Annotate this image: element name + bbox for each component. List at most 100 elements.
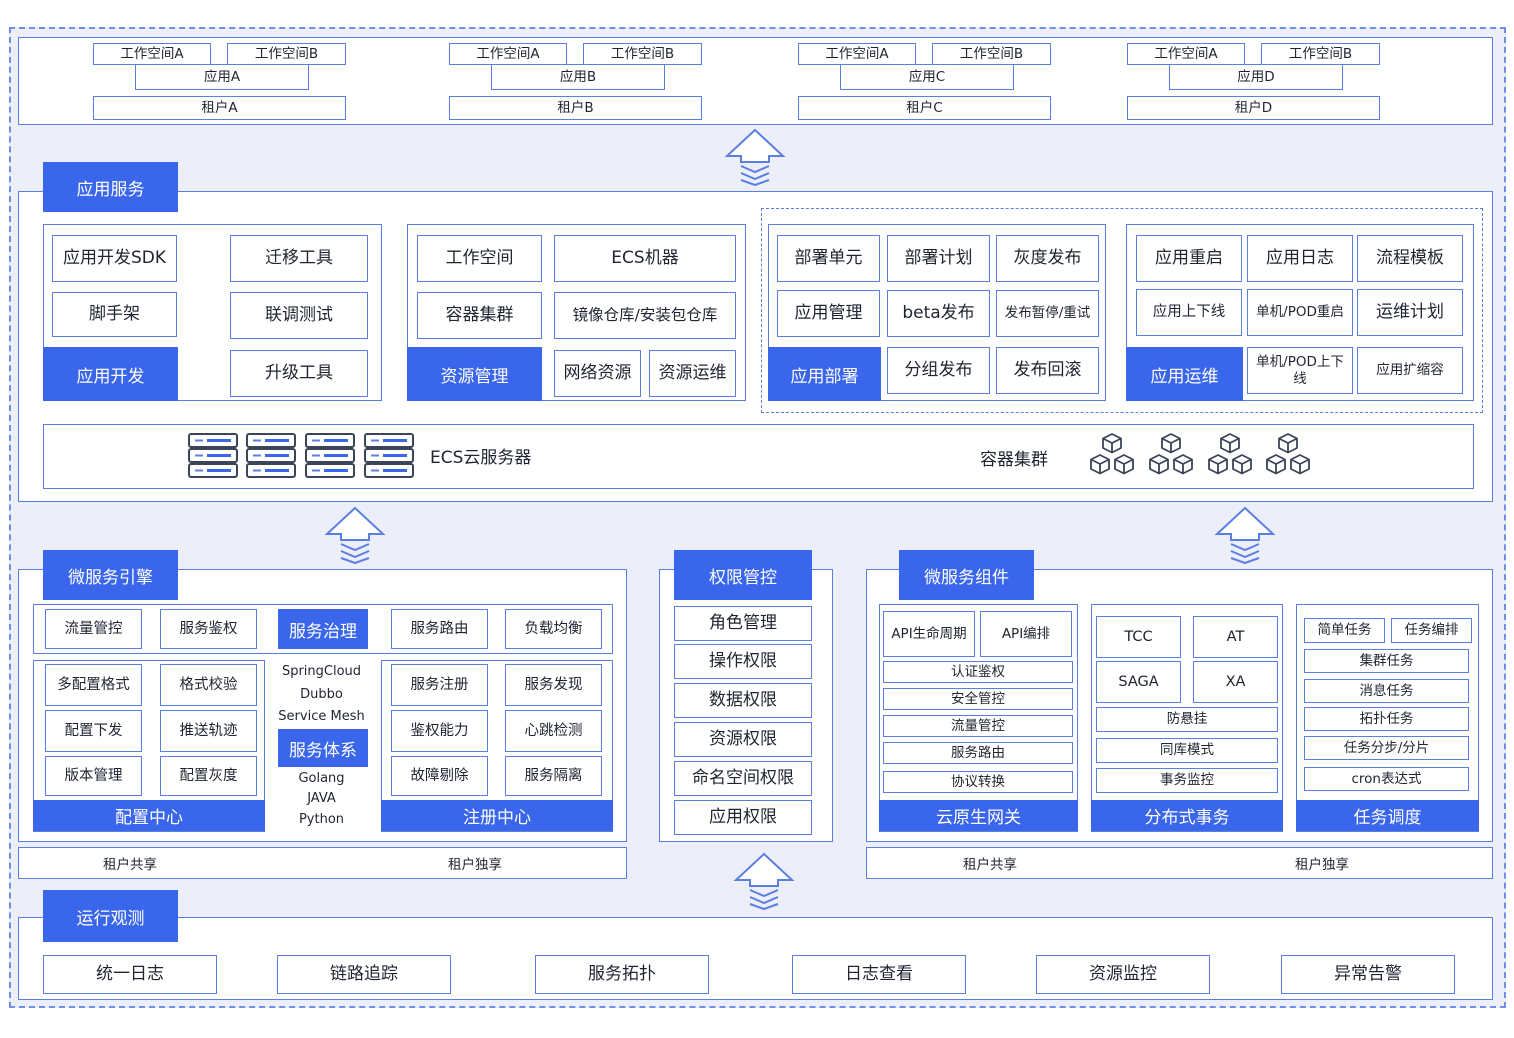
service-system: 服务体系 — [278, 729, 368, 767]
gateway-item: 协议转换 — [883, 771, 1073, 793]
tenant-ws-a: 工作空间A — [1127, 43, 1245, 65]
service-auth: 服务鉴权 — [160, 609, 257, 649]
migration-tool: 迁移工具 — [230, 235, 368, 282]
ops-plan: 运维计划 — [1357, 289, 1463, 336]
container-cube-icon — [1208, 433, 1252, 475]
arrow-up-icon — [1214, 506, 1276, 564]
fault-removal: 故障剔除 — [391, 756, 488, 796]
resource-ops: 资源运维 — [649, 350, 736, 397]
framework-dubbo: Dubbo — [300, 686, 343, 702]
permission-title: 权限管控 — [674, 550, 812, 600]
release-rollback: 发布回滚 — [996, 347, 1099, 394]
gray-release: 灰度发布 — [996, 235, 1099, 282]
tenant-shared-label: 租户共享 — [103, 857, 157, 873]
config-center-title: 配置中心 — [33, 800, 265, 831]
tenant-ws-a: 工作空间A — [798, 43, 916, 65]
ms-engine-title: 微服务引擎 — [43, 550, 178, 600]
observability-item: 资源监控 — [1036, 955, 1210, 994]
tenant-block: 租户C — [798, 96, 1051, 120]
server-icon — [305, 433, 355, 478]
container-cube-icon — [1266, 433, 1310, 475]
transaction-item: 同库模式 — [1096, 738, 1278, 763]
server-icon — [364, 433, 414, 478]
pod-online-offline: 单机/POD上下线 — [1247, 347, 1353, 394]
app-ops-title: 应用运维 — [1126, 347, 1243, 401]
observability-item: 日志查看 — [792, 955, 966, 994]
tenant-ws-a: 工作空间A — [93, 43, 211, 65]
tenant-ws-b: 工作空间B — [932, 43, 1051, 65]
group-release: 分组发布 — [887, 347, 990, 394]
api-lifecycle: API生命周期 — [883, 611, 975, 657]
service-routing: 服务路由 — [391, 609, 488, 649]
task-orchestration: 任务编排 — [1391, 618, 1472, 643]
auth-capability: 鉴权能力 — [391, 710, 488, 752]
server-icon — [246, 433, 296, 478]
load-balancing: 负载均衡 — [505, 609, 602, 649]
observability-item: 统一日志 — [43, 955, 217, 994]
ecs-cloud-server-label: ECS云服务器 — [430, 447, 532, 468]
gateway-item: 流量管控 — [883, 715, 1073, 737]
tenant-app: 应用B — [491, 64, 665, 90]
framework-springcloud: SpringCloud — [281, 663, 362, 679]
framework-python: Python — [298, 811, 345, 827]
permission-item: 命名空间权限 — [674, 761, 812, 796]
network-resource: 网络资源 — [554, 350, 641, 397]
scheduling-item: cron表达式 — [1304, 767, 1469, 791]
service-governance: 服务治理 — [278, 609, 368, 649]
app-log: 应用日志 — [1247, 235, 1353, 282]
app-online-offline: 应用上下线 — [1136, 289, 1242, 336]
gateway-item: 安全管控 — [883, 688, 1073, 710]
config-gray: 配置灰度 — [160, 756, 257, 796]
app-dev-sdk: 应用开发SDK — [52, 235, 177, 282]
service-discovery: 服务发现 — [505, 664, 602, 706]
gateway-item: 服务路由 — [883, 742, 1073, 764]
scaffold: 脚手架 — [52, 292, 177, 337]
api-orchestration: API编排 — [980, 611, 1072, 657]
app-deploy-title: 应用部署 — [768, 347, 881, 401]
permission-item: 操作权限 — [674, 644, 812, 679]
framework-golang: Golang — [298, 770, 345, 786]
gateway-item: 认证鉴权 — [883, 661, 1073, 683]
arrow-up-icon — [733, 852, 795, 910]
service-register: 服务注册 — [391, 664, 488, 706]
gateway-title: 云原生网关 — [879, 800, 1078, 831]
scheduling-item: 消息任务 — [1304, 679, 1469, 703]
app-management: 应用管理 — [777, 290, 880, 337]
traffic-control: 流量管控 — [45, 609, 142, 649]
permission-item: 资源权限 — [674, 722, 812, 757]
tenant-shared-label: 租户共享 — [963, 857, 1017, 873]
tenant-block: 租户A — [93, 96, 346, 120]
tenant-ws-a: 工作空间A — [449, 43, 567, 65]
ecs-machine: ECS机器 — [554, 235, 736, 282]
transaction-item: 防悬挂 — [1096, 707, 1278, 732]
config-push: 配置下发 — [45, 710, 142, 752]
container-cube-icon — [1149, 433, 1193, 475]
tenant-ws-b: 工作空间B — [1261, 43, 1380, 65]
tenant-block: 租户D — [1127, 96, 1380, 120]
joint-debug-test: 联调测试 — [230, 292, 368, 339]
permission-item: 数据权限 — [674, 683, 812, 718]
txn-saga: SAGA — [1096, 661, 1181, 703]
deploy-unit: 部署单元 — [777, 235, 880, 282]
txn-tcc: TCC — [1096, 616, 1181, 658]
heartbeat-check: 心跳检测 — [505, 710, 602, 752]
registry-center-title: 注册中心 — [381, 800, 613, 831]
permission-item: 角色管理 — [674, 606, 812, 641]
service-isolation: 服务隔离 — [505, 756, 602, 796]
scheduling-item: 拓扑任务 — [1304, 707, 1469, 731]
push-trace: 推送轨迹 — [160, 710, 257, 752]
deploy-plan: 部署计划 — [887, 235, 990, 282]
workspace-item: 工作空间 — [417, 235, 542, 282]
scheduling-item: 集群任务 — [1304, 649, 1469, 673]
observability-panel — [18, 917, 1493, 1000]
scheduling-item: 任务分步/分片 — [1304, 736, 1469, 760]
observability-title: 运行观测 — [43, 890, 178, 942]
txn-at: AT — [1193, 616, 1278, 658]
tenant-exclusive-label: 租户独享 — [448, 857, 502, 873]
release-pause-retry: 发布暂停/重试 — [996, 290, 1099, 337]
tenant-block: 租户B — [449, 96, 702, 120]
beta-release: beta发布 — [887, 290, 990, 337]
tenant-app: 应用C — [840, 64, 1014, 90]
ms-components-title: 微服务组件 — [899, 550, 1034, 600]
permission-item: 应用权限 — [674, 800, 812, 835]
